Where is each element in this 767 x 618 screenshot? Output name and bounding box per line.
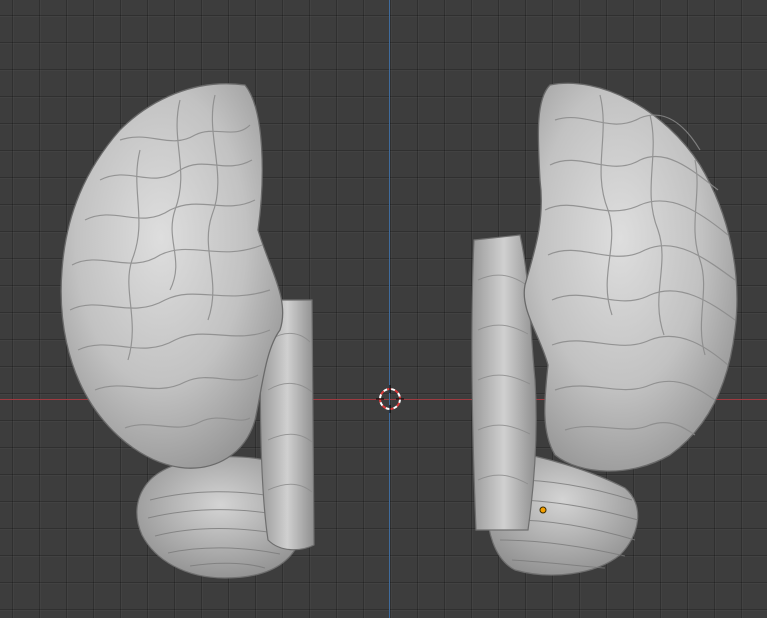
- 3d-cursor-icon[interactable]: [376, 385, 404, 413]
- brain-left-hemisphere[interactable]: [60, 83, 315, 579]
- scene-canvas[interactable]: [0, 0, 767, 618]
- 3d-viewport[interactable]: [0, 0, 767, 618]
- left-cerebrum: [60, 83, 284, 469]
- right-cerebrum: [523, 82, 738, 472]
- object-origin-icon[interactable]: [539, 506, 547, 514]
- brain-right-hemisphere[interactable]: [471, 82, 738, 576]
